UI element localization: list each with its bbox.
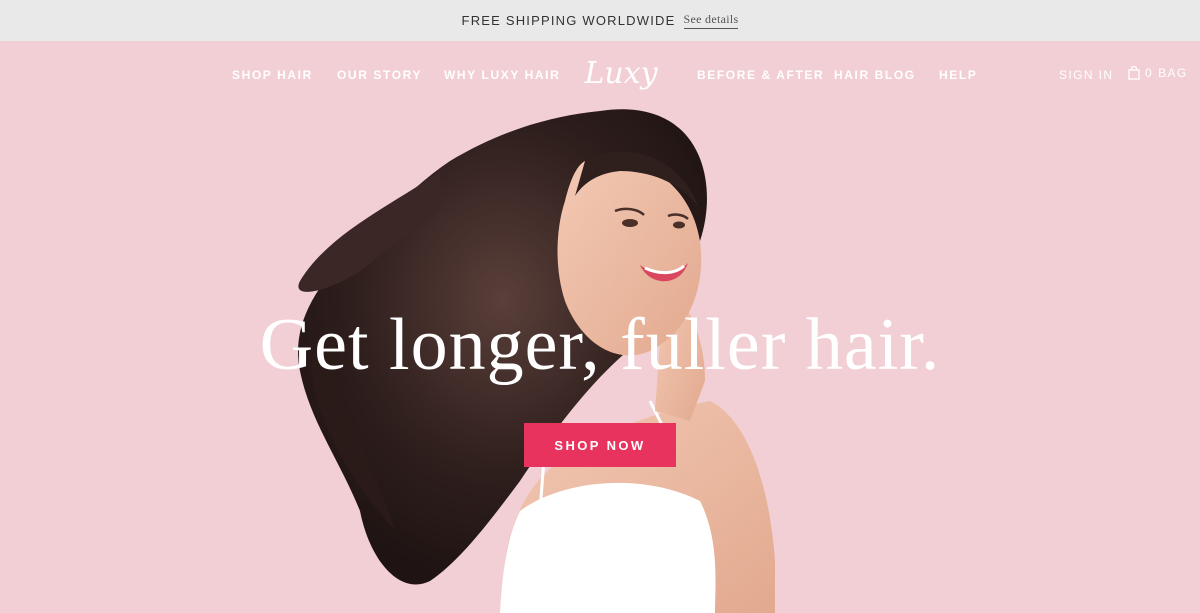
nav-help[interactable]: HELP — [939, 68, 977, 82]
made-with-love-text: MADE WITH LOVE & CARE — [518, 598, 682, 610]
see-details-link[interactable]: See details — [683, 12, 739, 29]
announcement-text: FREE SHIPPING WORLDWIDE — [461, 13, 676, 28]
nav-hair-blog[interactable]: HAIR BLOG — [834, 68, 916, 82]
nav-why-luxy-hair[interactable]: WHY LUXY HAIR — [444, 68, 560, 82]
sign-in-link[interactable]: SIGN IN — [1059, 68, 1113, 82]
shopping-bag-icon — [1128, 66, 1140, 80]
bag-button[interactable]: 0 BAG — [1128, 66, 1188, 80]
announcement-bar: FREE SHIPPING WORLDWIDE See details — [0, 0, 1200, 41]
hero-headline: Get longer, fuller hair. — [259, 304, 941, 386]
bag-label: BAG — [1158, 66, 1188, 80]
nav-before-after[interactable]: BEFORE & AFTER — [697, 68, 824, 82]
shop-now-button[interactable]: SHOP NOW — [524, 423, 676, 467]
hero-section: SHOP HAIR OUR STORY WHY LUXY HAIR Luxy B… — [0, 41, 1200, 613]
logo-text: Luxy — [584, 55, 658, 91]
bag-count: 0 — [1145, 66, 1154, 80]
luxy-logo[interactable]: Luxy — [580, 53, 662, 93]
nav-our-story[interactable]: OUR STORY — [337, 68, 422, 82]
nav-shop-hair[interactable]: SHOP HAIR — [232, 68, 313, 82]
